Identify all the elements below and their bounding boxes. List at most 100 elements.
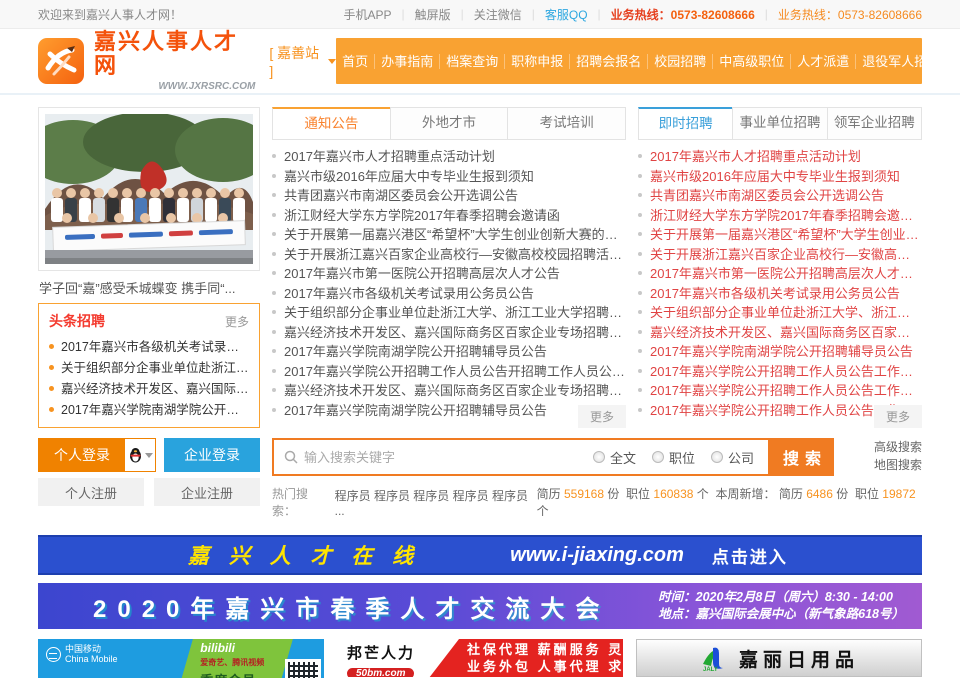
chevron-down-icon: [328, 59, 336, 64]
radio-position[interactable]: 职位: [652, 448, 695, 467]
tab-notice-announcements[interactable]: 通知公告: [272, 107, 391, 140]
nav-item-archive-search[interactable]: 档案查询: [439, 54, 504, 69]
nav-item-title-declaration[interactable]: 职称申报: [504, 54, 569, 69]
banner1-url: www.i-jiaxing.com: [510, 544, 684, 567]
notices-more-link[interactable]: 更多: [578, 405, 626, 428]
notice-item[interactable]: 嘉兴经济技术开发区、嘉兴国际商务区百家企业专场招聘会公告: [272, 381, 626, 401]
hot-search-terms[interactable]: 程序员 程序员 程序员 程序员 程序员 ...: [335, 487, 537, 518]
notice-item[interactable]: 嘉兴市级2016年应届大中专毕业生报到须知: [272, 167, 626, 187]
qq-penguin-icon: [128, 447, 143, 463]
notice-item[interactable]: 2017年嘉兴市人才招聘重点活动计划: [272, 147, 626, 167]
notice-item[interactable]: 2017年嘉兴市第一医院公开招聘高层次人才公告: [272, 264, 626, 284]
personal-login-button[interactable]: 个人登录: [39, 439, 125, 471]
notices-tabs: 通知公告 外地才市 考试培训: [272, 107, 626, 140]
tab-exam-training[interactable]: 考试培训: [507, 107, 626, 140]
job-item[interactable]: 关于开展第一届嘉兴港区“希望杯”大学生创业创...: [638, 225, 922, 245]
site-stats: 简历 559168 份 职位 160838 个 本周新增： 简历 6486 份 …: [537, 485, 922, 519]
nav-item-senior-positions[interactable]: 中高级职位: [712, 54, 790, 69]
topbar-link-wechat[interactable]: 关注微信: [474, 6, 522, 23]
ad-mobile-green-band: bilibili 爱奇艺、腾讯视频 季度会员: [170, 639, 294, 678]
notice-item[interactable]: 2017年嘉兴学院南湖学院公开招聘辅导员公告: [272, 342, 626, 362]
headline-item[interactable]: 关于组织部分企事业单位赴浙江大学...: [49, 358, 249, 379]
job-item[interactable]: 2017年嘉兴学院南湖学院公开招聘辅导员公告: [638, 342, 922, 362]
notice-item[interactable]: 关于组织部分企事业单位赴浙江大学、浙江工业大学招聘人才的...: [272, 303, 626, 323]
advanced-search-link[interactable]: 高级搜索: [874, 438, 922, 456]
photo-caption[interactable]: 学子回“嘉”感受禾城蝶变 携手同“...: [39, 278, 259, 297]
notice-item[interactable]: 2017年嘉兴市各级机关考试录用公务员公告: [272, 284, 626, 304]
search-scope-radios: 全文 职位 公司: [593, 448, 768, 467]
nav-item-home[interactable]: 首页: [336, 54, 374, 69]
tab-instant-recruit[interactable]: 即时招聘: [638, 107, 733, 140]
ad-jaly-daily-goods[interactable]: JALY 嘉丽日用品: [636, 639, 922, 677]
job-item[interactable]: 2017年嘉兴学院公开招聘工作人员公告工作人员...: [638, 362, 922, 382]
topbar-link-qq-support[interactable]: 客服QQ: [545, 6, 588, 23]
notice-item[interactable]: 浙江财经大学东方学院2017年春季招聘会邀请函: [272, 206, 626, 226]
company-login-button[interactable]: 企业登录: [164, 438, 260, 472]
main-navigation: 首页 办事指南 档案查询 职称申报 招聘会报名 校园招聘 中高级职位 人才派遣 …: [336, 38, 922, 84]
left-column: 学子回“嘉”感受禾城蝶变 携手同“... 头条招聘 更多 2017年嘉兴市各级机…: [38, 107, 260, 428]
station-selector[interactable]: [ 嘉善站 ]: [269, 43, 336, 79]
qq-login-button[interactable]: [125, 439, 155, 471]
search-button[interactable]: 搜索: [768, 438, 834, 476]
search-box: 全文 职位 公司 搜索: [272, 438, 834, 476]
headline-more-link[interactable]: 更多: [225, 313, 249, 330]
nav-item-guide[interactable]: 办事指南: [374, 54, 439, 69]
job-item[interactable]: 嘉兴经济技术开发区、嘉兴国际商务区百家企业专...: [638, 323, 922, 343]
job-item[interactable]: 嘉兴市级2016年应届大中专毕业生报到须知: [638, 167, 922, 187]
job-item[interactable]: 2017年嘉兴市人才招聘重点活动计划: [638, 147, 922, 167]
divider: |: [401, 7, 404, 21]
headline-item[interactable]: 嘉兴经济技术开发区、嘉兴国际商务...: [49, 379, 249, 400]
nav-item-jobfair-signup[interactable]: 招聘会报名: [569, 54, 647, 69]
notice-item[interactable]: 关于开展浙江嘉兴百家企业高校行—安徽高校校园招聘活动的通...: [272, 245, 626, 265]
notice-item[interactable]: 关于开展第一届嘉兴港区“希望杯”大学生创业创新大赛的通知: [272, 225, 626, 245]
news-photo[interactable]: [38, 107, 260, 271]
tab-leading-enterprise-recruit[interactable]: 领军企业招聘: [827, 107, 922, 140]
search-icon: [274, 450, 304, 464]
radio-company[interactable]: 公司: [711, 448, 754, 467]
china-mobile-icon: [46, 647, 61, 662]
ads-row: 中国移动China Mobile 移动花卡 bilibili 爱奇艺、腾讯视频 …: [38, 639, 922, 678]
map-search-link[interactable]: 地图搜索: [874, 456, 922, 474]
company-register-button[interactable]: 企业注册: [154, 478, 260, 506]
notice-item[interactable]: 2017年嘉兴学院公开招聘工作人员公告开招聘工作人员公告开...: [272, 362, 626, 382]
banner1-cta: 点击进入: [712, 543, 788, 568]
china-mobile-logo: 中国移动China Mobile: [46, 644, 118, 664]
headline-recruit-box: 头条招聘 更多 2017年嘉兴市各级机关考试录用公务... 关于组织部分企事业单…: [38, 303, 260, 428]
job-item[interactable]: 共青团嘉兴市南湖区委员会公开选调公告: [638, 186, 922, 206]
jobs-more-link[interactable]: 更多: [874, 405, 922, 428]
topbar-link-touch-version[interactable]: 触屏版: [415, 6, 451, 23]
personal-register-button[interactable]: 个人注册: [38, 478, 144, 506]
svg-text:JALY: JALY: [703, 667, 718, 672]
banner-spring-jobfair[interactable]: 2020年嘉兴市春季人才交流大会 时间：2020年2月8日（周六）8:30 - …: [38, 583, 922, 629]
ad-china-mobile[interactable]: 中国移动China Mobile 移动花卡 bilibili 爱奇艺、腾讯视频 …: [38, 639, 324, 678]
radio-fulltext[interactable]: 全文: [593, 448, 636, 467]
jaly-name: 嘉丽日用品: [739, 645, 859, 672]
banner-jiaxing-talent-online[interactable]: 嘉 兴 人 才 在 线 www.i-jiaxing.com 点击进入: [38, 535, 922, 575]
nav-item-campus-recruit[interactable]: 校园招聘: [647, 54, 712, 69]
login-area: 个人登录 企业登录 个人注册 企业注册: [38, 438, 260, 519]
jobs-tabs: 即时招聘 事业单位招聘 领军企业招聘: [638, 107, 922, 140]
job-item[interactable]: 关于开展浙江嘉兴百家企业高校行—安徽高校校园...: [638, 245, 922, 265]
nav-item-talent-dispatch[interactable]: 人才派遣: [790, 54, 855, 69]
headline-item[interactable]: 2017年嘉兴学院南湖学院公开招聘辅...: [49, 400, 249, 421]
site-logo[interactable]: [38, 38, 84, 84]
tab-public-institution-recruit[interactable]: 事业单位招聘: [732, 107, 827, 140]
topbar: 欢迎来到嘉兴人事人才网！ 手机APP | 触屏版 | 关注微信 | 客服QQ |…: [0, 0, 960, 29]
notice-item[interactable]: 2017年嘉兴学院南湖学院公开招聘辅导员公告: [272, 401, 626, 421]
headline-item[interactable]: 2017年嘉兴市各级机关考试录用公务...: [49, 337, 249, 358]
tab-other-markets[interactable]: 外地才市: [390, 107, 509, 140]
notice-item[interactable]: 共青团嘉兴市南湖区委员会公开选调公告: [272, 186, 626, 206]
job-item[interactable]: 2017年嘉兴市第一医院公开招聘高层次人才公告: [638, 264, 922, 284]
job-item[interactable]: 浙江财经大学东方学院2017年春季招聘会邀请函: [638, 206, 922, 226]
notice-item[interactable]: 嘉兴经济技术开发区、嘉兴国际商务区百家企业专场招聘会公告: [272, 323, 626, 343]
job-item[interactable]: 2017年嘉兴学院公开招聘工作人员公告工作人员...: [638, 381, 922, 401]
brand-block[interactable]: 嘉兴人事人才网 WWW.JXRSRC.COM: [94, 30, 255, 92]
radio-icon: [593, 451, 605, 463]
search-input[interactable]: [304, 440, 593, 474]
radio-icon: [652, 451, 664, 463]
nav-item-veteran-recruit[interactable]: 退役军人招聘: [855, 54, 922, 69]
ad-bangmang-hr[interactable]: 邦芒人力 50bm.com 社保代理 薪酬服务 灵活用工 业务外包 人事代理 求…: [337, 639, 623, 677]
job-item[interactable]: 2017年嘉兴市各级机关考试录用公务员公告: [638, 284, 922, 304]
job-item[interactable]: 关于组织部分企事业单位赴浙江大学、浙江工业大...: [638, 303, 922, 323]
topbar-link-mobile-app[interactable]: 手机APP: [343, 6, 391, 23]
